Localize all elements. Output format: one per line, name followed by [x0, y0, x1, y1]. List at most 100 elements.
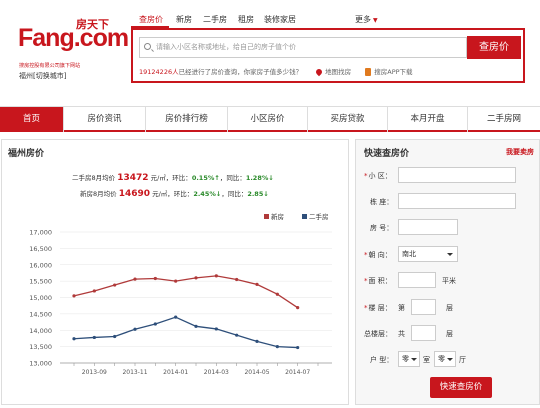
dongzuo-input[interactable] [398, 193, 516, 209]
y-tick-label: 16,000 [29, 261, 52, 269]
data-point [214, 327, 218, 331]
data-point [194, 324, 198, 328]
new-price: 14690 [118, 189, 151, 199]
price-trend-chart: 13,000 13,500 14,000 14,500 15,000 15,500 16,0… [29, 212, 332, 376]
louceng-unit: 层 [446, 304, 453, 312]
more-label: 更多 [355, 15, 371, 24]
y-tick-label: 15,500 [29, 278, 52, 286]
data-point [174, 315, 178, 319]
nav-community-price[interactable]: 小区房价 [228, 107, 308, 132]
tab-more[interactable]: 更多 ▼ [355, 14, 378, 25]
esf-label: 二手房8月均价 [72, 174, 116, 182]
esf-avg-price-row: 二手房8月均价 13472 元/㎡，环比：0.15%↑，同比：1.28%↓ [72, 172, 274, 183]
search-input[interactable]: 请输入小区名称或地址，给自己的房子值个价 [139, 37, 467, 58]
app-download-label: 搜房APP下载 [374, 68, 413, 76]
y-tick-label: 14,500 [29, 310, 52, 318]
new-unit: 元/㎡，环比： [152, 190, 194, 198]
new-yoy-label: ，同比： [221, 190, 248, 198]
ting-value: 零 [438, 355, 445, 363]
data-point [92, 335, 96, 340]
chevron-down-icon: ▼ [373, 17, 378, 24]
y-tick-label: 13,000 [29, 360, 52, 368]
zong-prefix: 共 [398, 330, 405, 338]
tab-chafangjia[interactable]: 查房价 [139, 14, 163, 25]
data-point [92, 289, 96, 293]
quick-valuation-button[interactable]: 快速查房价 [430, 377, 492, 398]
chaoxiang-select[interactable]: 南北 [398, 246, 458, 262]
tab-zhuangxiu[interactable]: 装修家居 [264, 14, 296, 25]
fang-logo[interactable]: 房天下 Fang.com [18, 14, 129, 51]
dongzuo-label: 栋 座： [370, 198, 394, 206]
y-tick-label: 17,000 [29, 229, 52, 237]
data-point [113, 334, 117, 339]
esf-mom: 0.15%↑ [191, 174, 220, 182]
x-tick-label: 2014-07 [285, 369, 310, 376]
y-tick-label: 15,000 [29, 294, 52, 302]
query-hint-text: 已经进行了房价查询，你家房子值多少钱？ [178, 68, 303, 76]
tab-zufang[interactable]: 租房 [238, 14, 254, 25]
new-label: 新房8月均价 [80, 190, 117, 198]
y-tick-label: 13,500 [29, 343, 52, 351]
louceng-prefix: 第 [398, 304, 405, 312]
louceng-label: *楼 层： [364, 304, 392, 312]
xiaoqu-label: *小 区： [364, 172, 392, 180]
fanghao-label: 房 号： [370, 224, 394, 232]
nav-news[interactable]: 房价资讯 [64, 107, 146, 132]
new-avg-price-row: 新房8月均价 14690 元/㎡，环比：2.45%↓，同比：2.85↓ [80, 188, 269, 199]
new-mom: 2.45%↓ [193, 190, 222, 198]
fanghao-input[interactable] [398, 219, 458, 235]
shi-unit: 室 [423, 356, 430, 364]
search-button[interactable]: 查房价 [467, 36, 521, 59]
nav-loan[interactable]: 买房贷款 [308, 107, 388, 132]
valuation-title: 快速查房价 [364, 149, 410, 159]
sell-house-link[interactable]: 我要卖房 [506, 147, 534, 157]
nav-ranking[interactable]: 房价排行榜 [146, 107, 228, 132]
nav-esf[interactable]: 二手房网 [468, 107, 540, 132]
tab-ershoufang[interactable]: 二手房 [203, 14, 227, 25]
main-nav: 首页 房价资讯 房价排行榜 小区房价 买房贷款 本月开盘 二手房网 [0, 106, 540, 132]
search-area: 请输入小区名称或地址，给自己的房子值个价 查房价 19124226人已经进行了房… [131, 28, 525, 83]
shi-value: 零 [402, 355, 409, 363]
series-line-1 [73, 316, 298, 349]
xiaoqu-input[interactable] [398, 167, 516, 183]
zonglouceng-input[interactable] [411, 325, 436, 341]
esf-yoy-label: ，同比： [219, 174, 246, 182]
brand-tagline: 搜房控股有限公司旗下网站 [19, 62, 81, 69]
chevron-down-icon [447, 358, 453, 361]
esf-yoy: 1.28%↓ [245, 174, 274, 182]
louceng-input[interactable] [411, 299, 436, 315]
data-point [235, 333, 239, 337]
mianji-label: *面 积： [364, 277, 392, 285]
nav-opening[interactable]: 本月开盘 [388, 107, 468, 132]
data-point [255, 282, 259, 286]
map-search-link[interactable]: 地图找房 [314, 67, 351, 77]
price-panel: 福州房价 二手房8月均价 13472 元/㎡，环比：0.15%↑，同比：1.28… [1, 139, 349, 405]
data-point [133, 277, 137, 281]
tab-xinfang[interactable]: 新房 [176, 14, 192, 25]
ting-select[interactable]: 零 [434, 351, 456, 367]
city-switcher[interactable]: 福州[切换城市] [19, 71, 66, 81]
x-tick-label: 2013-09 [82, 369, 107, 376]
chaoxiang-value: 南北 [402, 250, 416, 258]
data-point [275, 292, 279, 296]
legend-label: 二手房 [309, 212, 329, 221]
mianji-input[interactable] [398, 272, 436, 288]
map-pin-icon [314, 67, 324, 77]
esf-unit: 元/㎡，环比： [150, 174, 192, 182]
data-point [275, 345, 279, 349]
legend-label: 新房 [271, 212, 284, 221]
app-download-link[interactable]: 搜房APP下载 [365, 68, 413, 76]
data-point [255, 339, 259, 343]
y-tick-label: 16,500 [29, 245, 52, 253]
chaoxiang-label: *朝 向： [364, 251, 392, 259]
nav-home[interactable]: 首页 [0, 107, 64, 132]
data-point [296, 345, 300, 350]
search-hint: 19124226人已经进行了房价查询，你家房子值多少钱？ 地图找房 搜房APP下… [139, 66, 413, 77]
new-yoy: 2.85↓ [247, 190, 269, 198]
phone-icon [365, 68, 372, 76]
chevron-down-icon [447, 253, 453, 256]
shi-select[interactable]: 零 [398, 351, 420, 367]
query-count: 19124226人 [139, 68, 179, 76]
zonglouceng-label: 总楼层： [364, 330, 392, 338]
x-tick-label: 2013-11 [122, 369, 147, 376]
